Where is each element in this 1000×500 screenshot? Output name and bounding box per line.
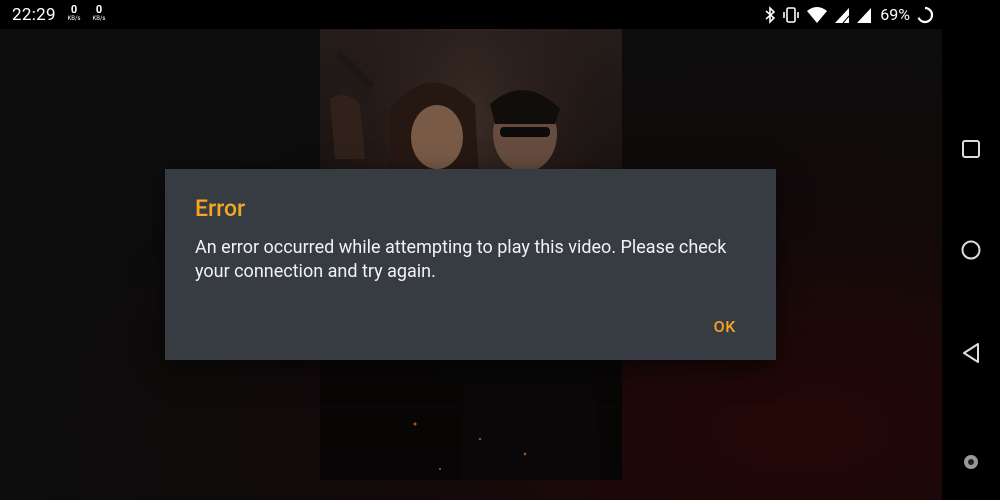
- ok-button[interactable]: OK: [714, 317, 736, 336]
- accessibility-dot-icon[interactable]: [960, 451, 982, 473]
- signal-icon: [834, 6, 850, 24]
- network-speed-down: 0 KB/s: [88, 4, 110, 22]
- wifi-icon: [806, 6, 828, 24]
- network-speed-down-value: 0: [95, 3, 103, 16]
- battery-percent: 69%: [880, 5, 910, 24]
- network-speed-down-unit: KB/s: [92, 15, 106, 22]
- error-dialog: Error An error occurred while attempting…: [165, 169, 776, 360]
- bluetooth-icon: [764, 5, 776, 24]
- network-speed-up-value: 0: [70, 3, 78, 16]
- status-bar: 22:29 0 KB/s 0 KB/s 69%: [0, 0, 1000, 29]
- status-icons: 69%: [758, 0, 934, 29]
- battery-icon: [916, 6, 934, 24]
- network-speed-up-unit: KB/s: [67, 15, 81, 22]
- home-icon[interactable]: [960, 239, 982, 261]
- status-clock: 22:29: [12, 5, 56, 25]
- dialog-message: An error occurred while attempting to pl…: [195, 237, 727, 282]
- signal-roaming-icon: [856, 6, 872, 24]
- navigation-bar: [942, 0, 1000, 500]
- dialog-title: Error: [195, 195, 246, 222]
- back-icon[interactable]: [960, 342, 982, 364]
- recent-apps-icon[interactable]: [960, 138, 982, 160]
- vibrate-icon: [782, 6, 800, 24]
- network-speed-up: 0 KB/s: [63, 4, 85, 22]
